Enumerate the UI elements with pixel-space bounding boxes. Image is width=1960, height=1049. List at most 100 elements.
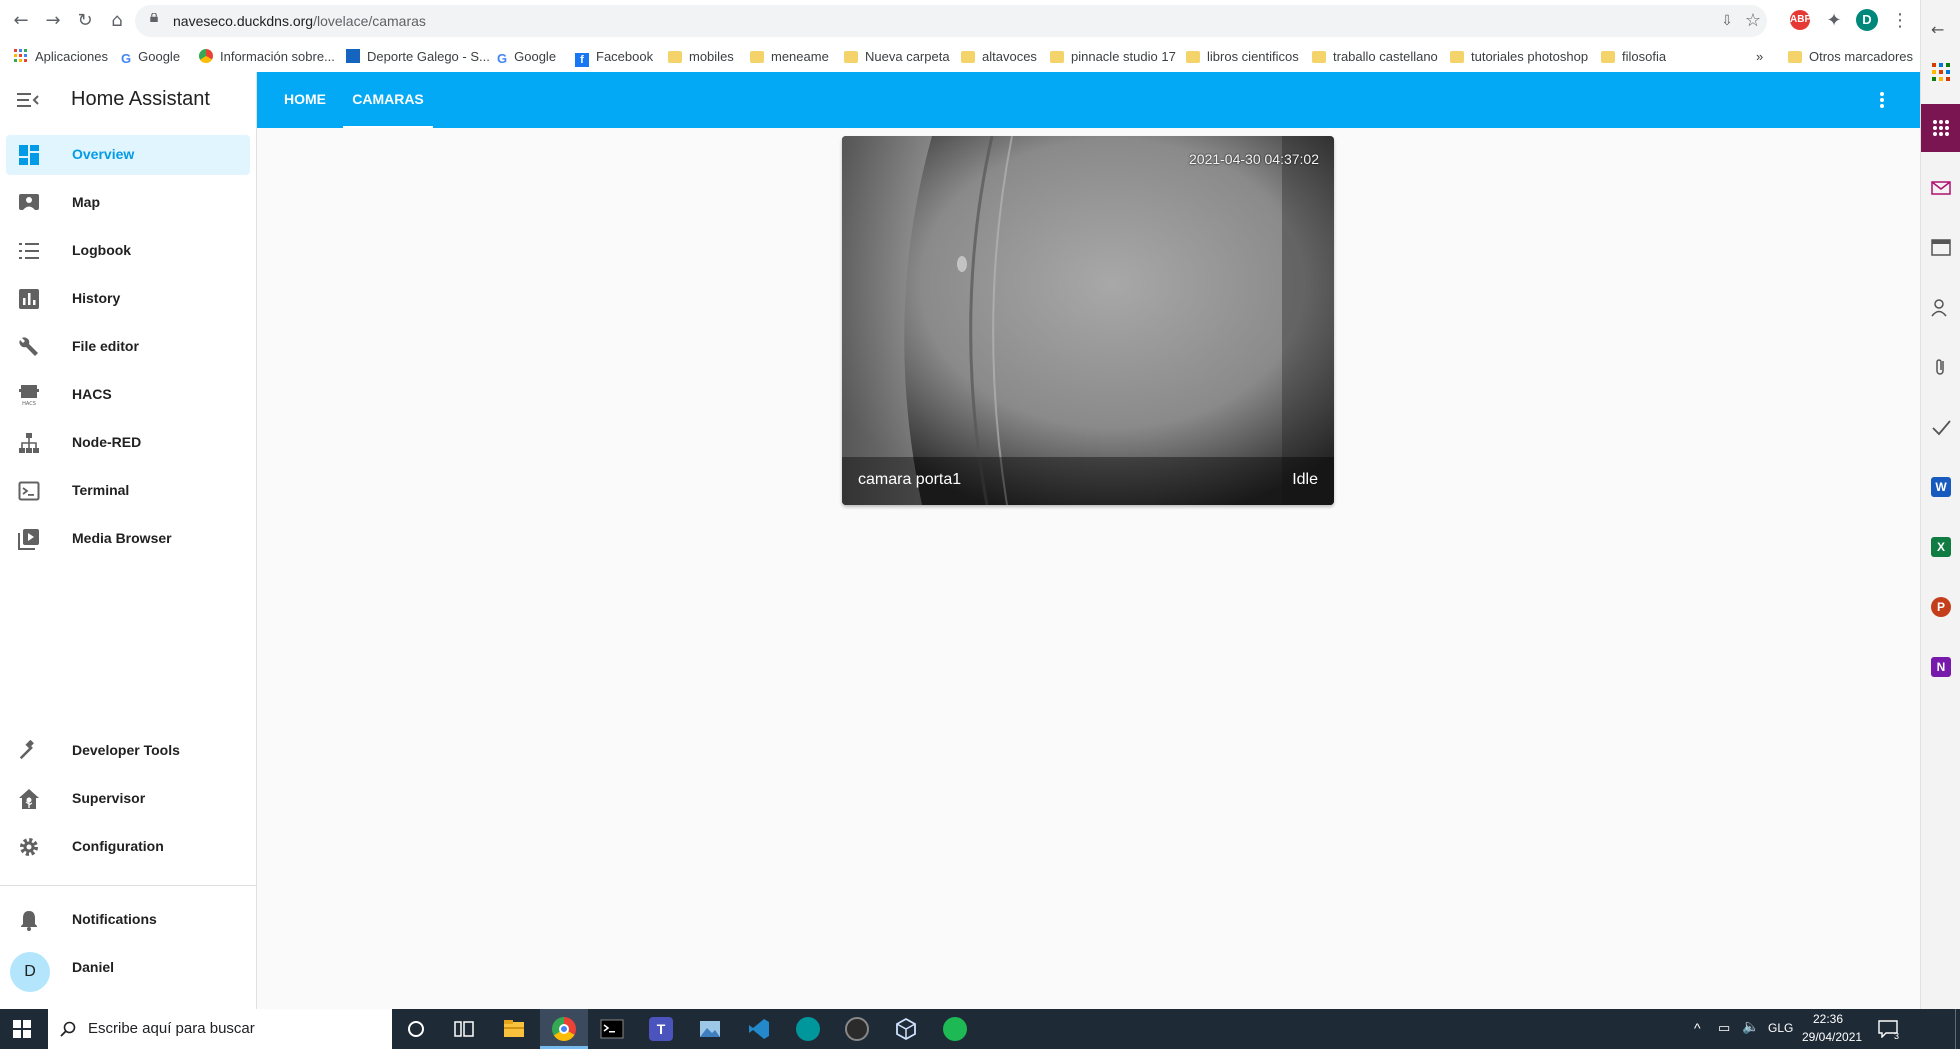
- lock-icon: [150, 13, 158, 22]
- adblock-extension-icon[interactable]: ABP: [1790, 10, 1811, 30]
- windows-start-icon[interactable]: [13, 1020, 31, 1038]
- sidebar-item-label: Logbook: [72, 242, 132, 258]
- profile-avatar[interactable]: D: [1856, 9, 1878, 31]
- checkmark-icon[interactable]: [1931, 417, 1951, 437]
- bookmark-folder[interactable]: meneame: [750, 48, 829, 66]
- camera-card[interactable]: 2021-04-30 04:37:02 camara porta1 Idle: [842, 136, 1334, 505]
- spotify-icon[interactable]: [943, 1017, 967, 1041]
- arduino-icon[interactable]: [796, 1017, 820, 1041]
- sidebar-item-history[interactable]: History: [6, 279, 250, 319]
- bookmark-folder[interactable]: libros cientificos: [1186, 48, 1299, 66]
- battery-icon[interactable]: ▭: [1718, 1020, 1730, 1036]
- folder-icon: [1601, 51, 1615, 63]
- hammer-icon: [19, 740, 34, 760]
- chrome-taskbar-active[interactable]: [540, 1009, 588, 1049]
- bookmarks-overflow-button[interactable]: »: [1756, 48, 1763, 66]
- bookmark-folder[interactable]: filosofia: [1601, 48, 1666, 66]
- sidebar-item-label: HACS: [72, 386, 112, 402]
- sidebar-item-map[interactable]: Map: [6, 183, 250, 223]
- tray-chevron-icon[interactable]: ^: [1694, 1020, 1701, 1036]
- sidebar: Home Assistant Overview Map Logbook Hist…: [0, 72, 257, 1009]
- bookmark-star-icon[interactable]: ☆: [1741, 9, 1765, 33]
- taskbar-search-input[interactable]: Escribe aquí para buscar: [48, 1009, 392, 1049]
- sidebar-item-label: History: [72, 290, 121, 306]
- bookmark-item[interactable]: G Google: [121, 48, 180, 66]
- task-view-icon[interactable]: [452, 1017, 476, 1041]
- bookmark-folder[interactable]: mobiles: [668, 48, 734, 66]
- sidebar-item-label: Media Browser: [72, 530, 172, 546]
- clock-time[interactable]: 22:36: [1802, 1012, 1854, 1026]
- forward-arrow-icon[interactable]: →: [41, 9, 65, 33]
- camera-snapshot-image[interactable]: [842, 136, 1334, 505]
- back-arrow-icon[interactable]: ←: [1931, 20, 1951, 40]
- sidebar-item-developer-tools[interactable]: Developer Tools: [6, 731, 250, 771]
- sidebar-item-notifications[interactable]: Notifications: [6, 900, 250, 940]
- mail-icon[interactable]: [1931, 178, 1951, 198]
- bookmark-folder[interactable]: Nueva carpeta: [844, 48, 950, 66]
- sidebar-item-profile[interactable]: Daniel: [60, 948, 250, 988]
- terminal-icon[interactable]: [600, 1017, 624, 1041]
- reload-icon[interactable]: ↻: [73, 9, 97, 33]
- file-explorer-icon[interactable]: [502, 1017, 526, 1041]
- attachment-icon[interactable]: [1931, 357, 1951, 377]
- folder-icon: [668, 51, 682, 63]
- photos-icon[interactable]: [698, 1017, 722, 1041]
- cog-icon: [20, 838, 38, 856]
- camera-app-icon[interactable]: [845, 1017, 869, 1041]
- teams-icon[interactable]: T: [649, 1017, 673, 1041]
- sidebar-item-label: Terminal: [72, 482, 130, 498]
- bookmark-item[interactable]: G Google: [497, 48, 556, 66]
- install-app-icon[interactable]: ⇩: [1715, 9, 1739, 33]
- sidebar-item-label: Supervisor: [72, 790, 146, 806]
- browser-toolbar: ← → ↻ ⌂ naveseco.duckdns.org/lovelace/ca…: [0, 0, 1920, 42]
- home-icon[interactable]: ⌂: [105, 9, 129, 33]
- sidebar-item-supervisor[interactable]: Supervisor: [6, 779, 250, 819]
- dashboard-view: 2021-04-30 04:37:02 camara porta1 Idle: [257, 128, 1920, 1009]
- sidebar-item-logbook[interactable]: Logbook: [6, 231, 250, 271]
- bookmark-folder[interactable]: altavoces: [961, 48, 1037, 66]
- sidebar-item-file-editor[interactable]: File editor: [6, 327, 250, 367]
- clock-date[interactable]: 29/04/2021: [1802, 1030, 1862, 1044]
- home-assistant-icon: [19, 789, 39, 809]
- apps-grid-icon[interactable]: [1931, 62, 1951, 82]
- virtualbox-icon[interactable]: [894, 1017, 918, 1041]
- logbook-icon: [19, 243, 39, 259]
- bookmark-item[interactable]: Deporte Galego - S...: [346, 48, 490, 66]
- bookmark-item[interactable]: Aplicaciones: [14, 48, 108, 66]
- chrome-menu-icon[interactable]: ⋮: [1888, 9, 1912, 33]
- back-arrow-icon[interactable]: ←: [9, 9, 33, 33]
- sidebar-item-overview[interactable]: Overview: [6, 135, 250, 175]
- powerpoint-icon[interactable]: P: [1931, 597, 1951, 617]
- menu-collapse-icon[interactable]: [17, 90, 39, 110]
- sidebar-item-configuration[interactable]: Configuration: [6, 827, 250, 867]
- bookmark-folder[interactable]: Otros marcadores: [1788, 48, 1913, 66]
- word-icon[interactable]: W: [1931, 477, 1951, 497]
- bookmark-item[interactable]: f Facebook: [575, 48, 653, 67]
- bookmark-folder[interactable]: tutoriales photoshop: [1450, 48, 1588, 66]
- bookmark-item[interactable]: Información sobre...: [199, 48, 335, 66]
- cortana-icon[interactable]: [404, 1017, 428, 1041]
- folder-icon: [844, 51, 858, 63]
- sidebar-item-media-browser[interactable]: Media Browser: [6, 519, 250, 559]
- people-icon[interactable]: [1931, 297, 1951, 317]
- sidebar-item-node-red[interactable]: Node-RED: [6, 423, 250, 463]
- folder-icon: [1450, 51, 1464, 63]
- bookmark-folder[interactable]: traballo castellano: [1312, 48, 1438, 66]
- show-desktop-button[interactable]: [1955, 1009, 1960, 1049]
- bookmark-folder[interactable]: pinnacle studio 17: [1050, 48, 1176, 66]
- sidebar-item-hacs[interactable]: HACS HACS: [6, 375, 250, 415]
- tab-camaras[interactable]: CAMARAS: [343, 72, 433, 128]
- excel-icon[interactable]: X: [1931, 537, 1951, 557]
- calendar-icon[interactable]: [1931, 237, 1951, 257]
- address-bar[interactable]: naveseco.duckdns.org/lovelace/camaras ⇩ …: [135, 5, 1767, 37]
- vscode-icon[interactable]: [747, 1017, 771, 1041]
- office-active-app[interactable]: [1921, 104, 1960, 152]
- onenote-icon[interactable]: N: [1931, 657, 1951, 677]
- tab-home[interactable]: HOME: [277, 72, 333, 128]
- extensions-puzzle-icon[interactable]: ✦: [1822, 9, 1846, 33]
- volume-icon[interactable]: 🔈: [1742, 1019, 1759, 1035]
- sidebar-item-terminal[interactable]: Terminal: [6, 471, 250, 511]
- more-vertical-icon[interactable]: [1872, 90, 1892, 110]
- user-avatar[interactable]: D: [10, 952, 50, 992]
- language-indicator[interactable]: GLG: [1768, 1021, 1793, 1035]
